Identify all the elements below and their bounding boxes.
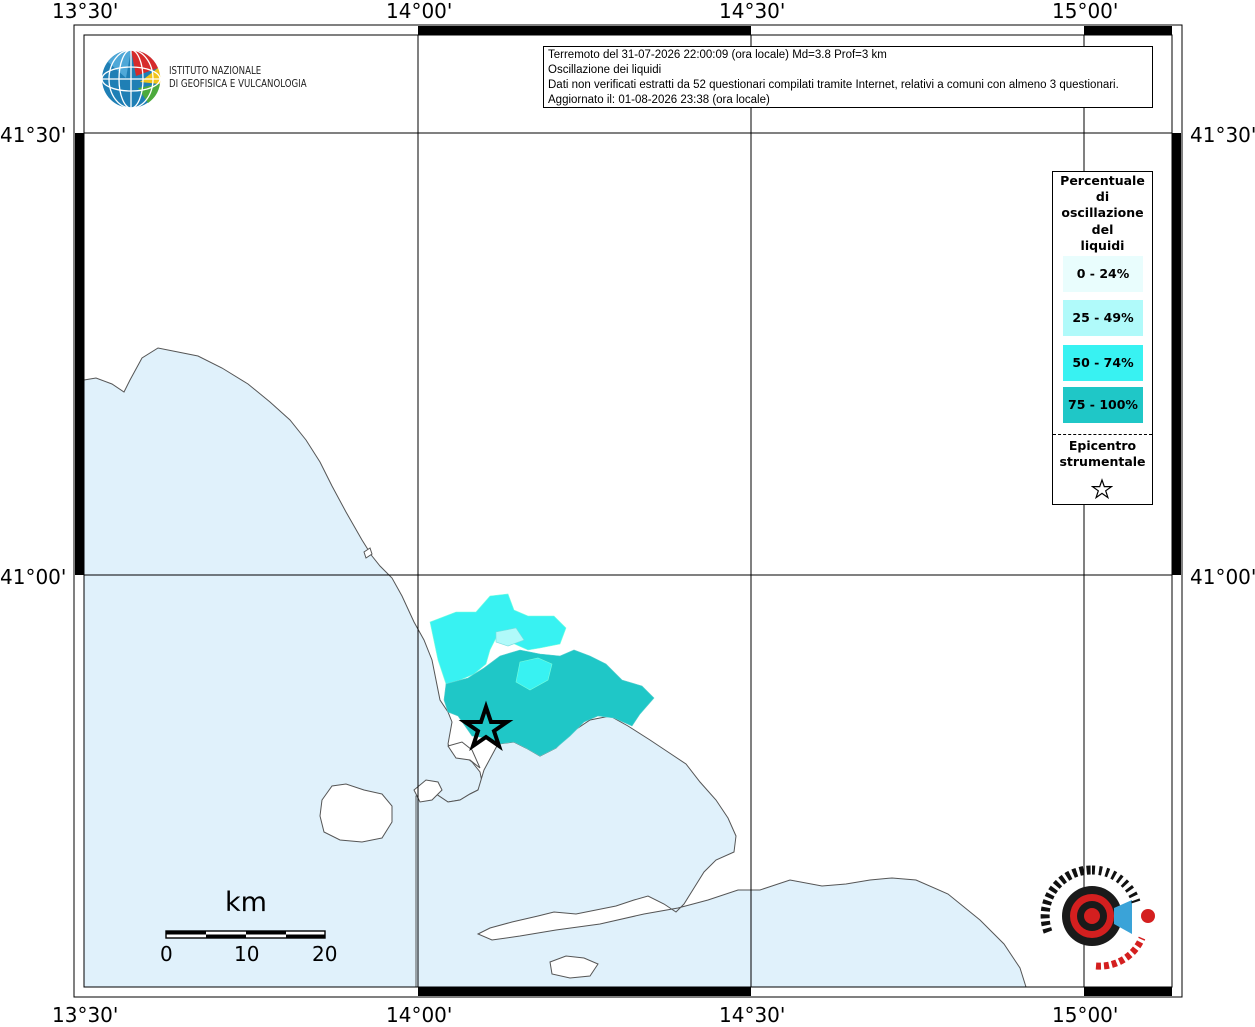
lat-tick-right-1: 41°30' <box>1190 123 1255 147</box>
legend-box: Percentuale di oscillazione del liquidi … <box>1052 171 1153 505</box>
legend-epicenter-line: strumentale <box>1059 454 1146 469</box>
haisentito-terremoto-logo-icon <box>1040 865 1155 970</box>
legend-epicenter-line: Epicentro <box>1068 438 1137 453</box>
legend-epicenter-label: Epicentro strumentale <box>1053 438 1152 470</box>
scale-label-10: 10 <box>234 942 260 966</box>
ingv-name: ISTITUTO NAZIONALE DI GEOFISICA E VULCAN… <box>169 65 307 91</box>
ingv-logo: ISTITUTO NAZIONALE DI GEOFISICA E VULCAN… <box>100 48 320 110</box>
legend-separator <box>1053 434 1152 435</box>
legend-title-line: Percentuale <box>1060 173 1145 188</box>
legend-class-50-74: 50 - 74% <box>1063 345 1143 381</box>
lon-tick-bottom-1: 13°30' <box>52 1003 119 1027</box>
legend-title-line: liquidi <box>1080 237 1125 253</box>
lat-tick-left-1: 41°30' <box>0 123 67 147</box>
lon-tick-top-4: 15°00' <box>1052 0 1119 23</box>
scale-label-20: 20 <box>312 942 338 966</box>
lon-tick-bottom-4: 15°00' <box>1052 1003 1119 1027</box>
legend-class-25-49: 25 - 49% <box>1063 300 1143 336</box>
event-info-box: Terremoto del 31-07-2026 22:00:09 (ora l… <box>543 46 1153 108</box>
event-info-line2: Oscillazione dei liquidi <box>548 64 662 76</box>
lon-tick-bottom-2: 14°00' <box>386 1003 453 1027</box>
scale-unit: km <box>225 887 267 918</box>
scale-label-0: 0 <box>160 942 173 966</box>
lon-tick-top-3: 14°30' <box>719 0 786 23</box>
event-info-line3: Dati non verificati estratti da 52 quest… <box>548 79 1119 91</box>
ingv-name-line2: DI GEOFISICA E VULCANOLOGIA <box>169 78 307 90</box>
scale-bar: km 0 10 20 <box>150 885 350 975</box>
star-outline-icon <box>1091 478 1113 500</box>
event-info-line1: Terremoto del 31-07-2026 22:00:09 (ora l… <box>548 49 887 61</box>
legend-class-75-100: 75 - 100% <box>1063 387 1143 423</box>
ingv-name-line1: ISTITUTO NAZIONALE <box>169 65 262 77</box>
ingv-globe-icon <box>101 49 161 109</box>
lat-tick-right-2: 41°00' <box>1190 565 1255 589</box>
lon-tick-top-2: 14°00' <box>386 0 453 23</box>
lon-tick-top-1: 13°30' <box>52 0 119 23</box>
lat-tick-left-2: 41°00' <box>0 565 67 589</box>
legend-title-line: di <box>1095 189 1110 205</box>
legend-title: Percentuale di oscillazione del liquidi <box>1053 172 1152 254</box>
legend-title-line: oscillazione <box>1061 205 1144 221</box>
legend-class-0-24: 0 - 24% <box>1063 256 1143 292</box>
event-info-line4: Aggiornato il: 01-08-2026 23:38 (ora loc… <box>548 94 770 106</box>
legend-title-line: del <box>1091 221 1114 237</box>
lon-tick-bottom-3: 14°30' <box>719 1003 786 1027</box>
